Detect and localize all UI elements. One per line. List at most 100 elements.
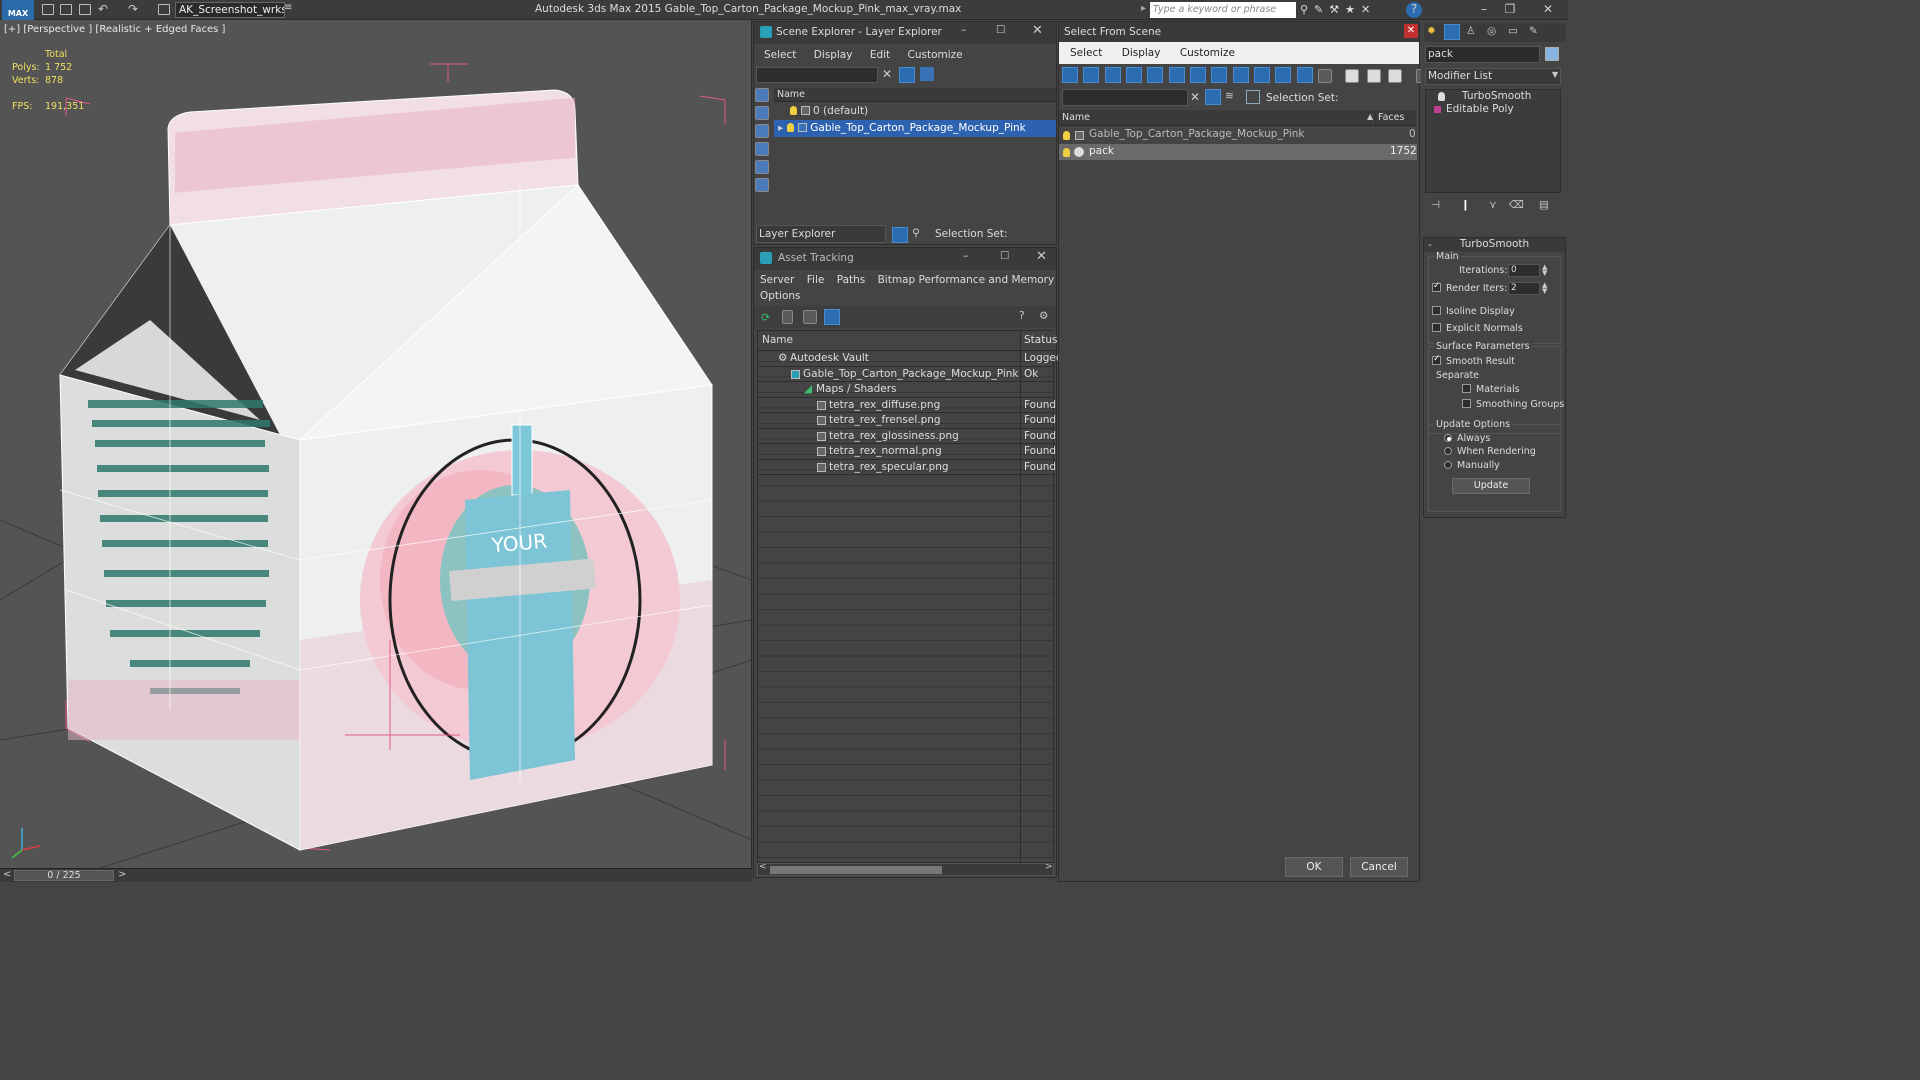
time-slider-thumb[interactable]: 0 / 225 (14, 870, 114, 881)
clear-search-icon[interactable]: ✕ (882, 67, 892, 81)
asset-row[interactable]: Gable_Top_Carton_Package_Mockup_Pink_max… (758, 367, 1055, 382)
menu-select[interactable]: Select (1070, 47, 1102, 59)
render-iters-checkbox[interactable] (1432, 281, 1441, 292)
scene-explorer-minimize-icon[interactable]: – (961, 24, 966, 36)
select-col-faces[interactable]: Faces (1374, 110, 1416, 126)
isoline-display-checkbox[interactable] (1432, 306, 1441, 315)
filter-options-icon[interactable] (1318, 69, 1333, 83)
asset-row[interactable]: tetra_rex_glossiness.png Found (758, 429, 1055, 444)
explicit-normals-checkbox[interactable] (1432, 323, 1441, 332)
smooth-result-toggle[interactable]: Smooth Result (1432, 354, 1515, 367)
search-arrow-icon[interactable]: ▸ (1141, 3, 1146, 14)
menu-select[interactable]: Select (764, 49, 796, 61)
filter-groups-icon[interactable] (1190, 67, 1207, 83)
list-view-icon[interactable] (782, 310, 793, 324)
asset-col-status[interactable]: Status (1020, 331, 1057, 351)
refresh-icon[interactable]: ⟳ (761, 311, 770, 324)
rollout-collapse-icon[interactable]: - (1428, 239, 1432, 251)
tree-view-icon[interactable] (803, 310, 817, 324)
viewport-label[interactable]: [+] [Perspective ] [Realistic + Edged Fa… (4, 24, 225, 35)
scroll-thumb[interactable] (770, 866, 942, 874)
scene-explorer-search-input[interactable] (756, 67, 878, 83)
menu-customize[interactable]: Customize (908, 49, 963, 61)
new-file-icon[interactable] (42, 4, 54, 15)
filter-xrefs-icon[interactable] (1211, 67, 1228, 83)
hierarchy-tab-icon[interactable]: ♙ (1466, 25, 1475, 37)
asset-tracking-minimize-icon[interactable]: – (963, 250, 968, 262)
update-button[interactable]: Update (1452, 478, 1530, 494)
filter-containers-icon[interactable] (1254, 67, 1271, 83)
asset-row[interactable]: tetra_rex_frensel.png Found (758, 413, 1055, 429)
expand-arrow-icon[interactable]: ▸ (778, 122, 783, 134)
save-file-icon[interactable] (79, 4, 91, 15)
clear-search-icon[interactable]: ✕ (1190, 90, 1200, 104)
ok-button[interactable]: OK (1285, 857, 1343, 877)
filter-helpers-icon[interactable] (1147, 67, 1164, 83)
select-from-scene-close-icon[interactable]: ✕ (1404, 24, 1418, 38)
redo-icon[interactable]: ↷ (128, 2, 138, 16)
layer-explorer-icon[interactable] (892, 227, 908, 243)
scroll-right-icon[interactable]: > (1045, 862, 1053, 872)
horizontal-scrollbar[interactable]: < > (757, 862, 1054, 876)
asset-row[interactable]: ⚙ Autodesk Vault Logged (758, 351, 1063, 367)
minimize-icon[interactable]: – (1474, 2, 1494, 18)
stack-item-turbosmooth[interactable]: TurboSmooth (1426, 90, 1560, 103)
filter-frozen-icon[interactable] (1275, 67, 1292, 83)
menu-display[interactable]: Display (1122, 47, 1161, 59)
menu-edit[interactable]: Edit (870, 49, 890, 61)
materials-checkbox[interactable] (1462, 384, 1471, 393)
filter-cameras-icon[interactable] (1126, 67, 1143, 83)
spinner-arrows-icon[interactable]: ▲ ▼ (1542, 264, 1547, 277)
filter-bones-icon[interactable] (1232, 67, 1249, 83)
settings-icon[interactable]: ⚙ (1039, 310, 1048, 322)
filter-lights-icon[interactable] (1104, 67, 1121, 83)
display-spacewarps-icon[interactable] (755, 178, 769, 192)
visible-icon[interactable] (1063, 131, 1070, 140)
stack-item-editable-poly[interactable]: Editable Poly (1426, 103, 1560, 116)
menu-server[interactable]: Server (760, 274, 794, 286)
asset-row[interactable]: tetra_rex_normal.png Found (758, 444, 1055, 460)
time-next-icon[interactable]: > (118, 869, 126, 880)
select-none-icon[interactable] (1366, 69, 1381, 83)
asset-tracking-maximize-icon[interactable]: ☐ (1000, 250, 1009, 262)
menu-options[interactable]: Options (760, 290, 801, 302)
layer-row-default[interactable]: 0 (default) (774, 103, 1056, 120)
filter-shapes-icon[interactable] (1083, 67, 1100, 83)
perspective-viewport[interactable]: YOUR [+] [Perspective ] [Realistic + Edg… (0, 20, 752, 868)
visible-icon[interactable] (1063, 147, 1070, 157)
help-icon[interactable]: ? (1019, 310, 1025, 322)
layers-icon[interactable]: ≋ (1225, 90, 1234, 102)
display-cameras-icon[interactable] (755, 142, 769, 156)
configure-modifier-sets-icon[interactable]: ▤ (1539, 199, 1549, 211)
update-always-radio[interactable] (1444, 434, 1452, 442)
menu-display[interactable]: Display (814, 49, 853, 61)
search-input[interactable]: Type a keyword or phrase (1150, 2, 1296, 18)
filter-hidden-icon[interactable] (1296, 67, 1313, 83)
render-iters-spinner[interactable]: 2 (1508, 282, 1540, 295)
layer-visible-icon[interactable] (787, 123, 795, 132)
undo-icon[interactable]: ↶ (98, 2, 108, 16)
scene-explorer-close-icon[interactable]: ✕ (1032, 23, 1043, 38)
explorer-type-dropdown[interactable]: Layer Explorer (756, 225, 886, 243)
update-manually-option[interactable]: Manually (1444, 460, 1500, 471)
utilities-tab-icon[interactable]: ✎ (1529, 25, 1538, 37)
find-layers-icon[interactable] (920, 67, 934, 81)
time-prev-icon[interactable]: < (3, 869, 11, 880)
rollout-title[interactable]: TurboSmooth (1424, 238, 1565, 252)
update-when-rendering-radio[interactable] (1444, 447, 1452, 455)
restore-icon[interactable]: ❐ (1500, 2, 1520, 18)
hierarchy-icon[interactable]: ⚲ (912, 227, 920, 239)
object-name-field[interactable]: pack (1425, 46, 1540, 63)
select-invert-icon[interactable] (1388, 69, 1403, 83)
workspace-menu-icon[interactable]: ≡ (284, 2, 294, 18)
display-geometry-icon[interactable] (755, 88, 769, 102)
filter-icon[interactable] (899, 67, 915, 83)
table-view-icon[interactable] (824, 309, 840, 325)
filter-icon[interactable] (1205, 89, 1221, 105)
filter-spacewarps-icon[interactable] (1168, 67, 1185, 83)
hierarchy-mode-icon[interactable] (1246, 90, 1260, 104)
menu-file[interactable]: File (807, 274, 825, 286)
layer-row-carton[interactable]: ▸ Gable_Top_Carton_Package_Mockup_Pink (774, 120, 1056, 137)
spinner-arrows-icon[interactable]: ▲ ▼ (1542, 282, 1547, 295)
make-unique-icon[interactable]: ⋎ (1489, 199, 1497, 211)
